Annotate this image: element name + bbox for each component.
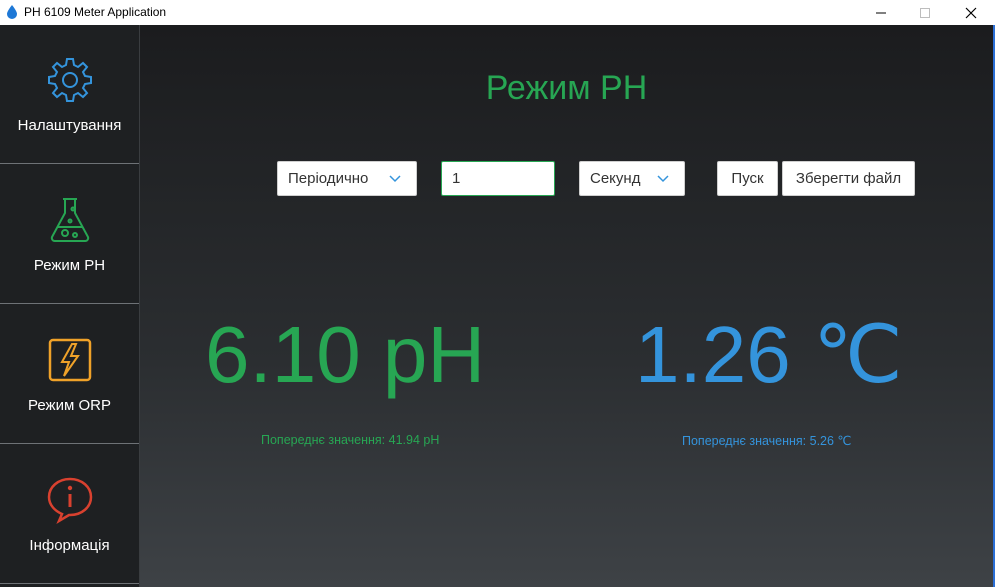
info-icon	[47, 477, 93, 525]
mode-select-value: Періодично	[288, 170, 369, 187]
chevron-down-icon	[657, 175, 669, 183]
sidebar-item-label: Інформація	[29, 537, 110, 554]
sidebar-item-label: Налаштування	[17, 117, 122, 134]
gear-icon	[48, 58, 92, 102]
save-file-button[interactable]: Зберегти файл	[782, 161, 915, 196]
start-button[interactable]: Пуск	[717, 161, 778, 196]
sidebar-item-info[interactable]: Інформація	[0, 445, 139, 584]
interval-input[interactable]: 1	[441, 161, 555, 196]
page-title: Режим PH	[485, 69, 648, 107]
sidebar-item-settings[interactable]: Налаштування	[0, 25, 139, 164]
ph-reading: 6.10 pH	[205, 310, 486, 399]
ph-previous-value: Попереднє значення: 41.94 pH	[261, 433, 440, 447]
lightning-icon	[48, 338, 92, 382]
mode-select[interactable]: Періодично	[277, 161, 417, 196]
minimize-icon	[876, 12, 886, 13]
interval-input-value: 1	[452, 170, 461, 187]
sidebar-item-orp-mode[interactable]: Режим ORP	[0, 305, 139, 444]
main-panel: Режим PH Періодично 1 Секунд Пуск Зберег…	[140, 25, 993, 587]
window-title: PH 6109 Meter Application	[24, 5, 167, 19]
water-drop-icon	[6, 5, 18, 22]
temperature-previous-value: Попереднє значення: 5.26 ℃	[682, 434, 852, 448]
sidebar: Налаштування Режим PH Режим ORP Інформац…	[0, 25, 139, 587]
flask-icon	[50, 198, 90, 242]
sidebar-item-label: Режим ORP	[28, 397, 111, 414]
maximize-button[interactable]	[902, 0, 948, 25]
close-icon	[965, 7, 977, 18]
sidebar-item-label: Режим PH	[33, 257, 106, 274]
close-button[interactable]	[948, 0, 994, 25]
sidebar-item-ph-mode[interactable]: Режим PH	[0, 165, 139, 304]
window-titlebar: PH 6109 Meter Application	[0, 0, 995, 25]
unit-select-value: Секунд	[590, 170, 641, 187]
minimize-button[interactable]	[858, 0, 904, 25]
unit-select[interactable]: Секунд	[579, 161, 685, 196]
maximize-icon	[920, 7, 930, 18]
chevron-down-icon	[389, 175, 401, 183]
temperature-reading: 1.26 ℃	[635, 310, 903, 399]
